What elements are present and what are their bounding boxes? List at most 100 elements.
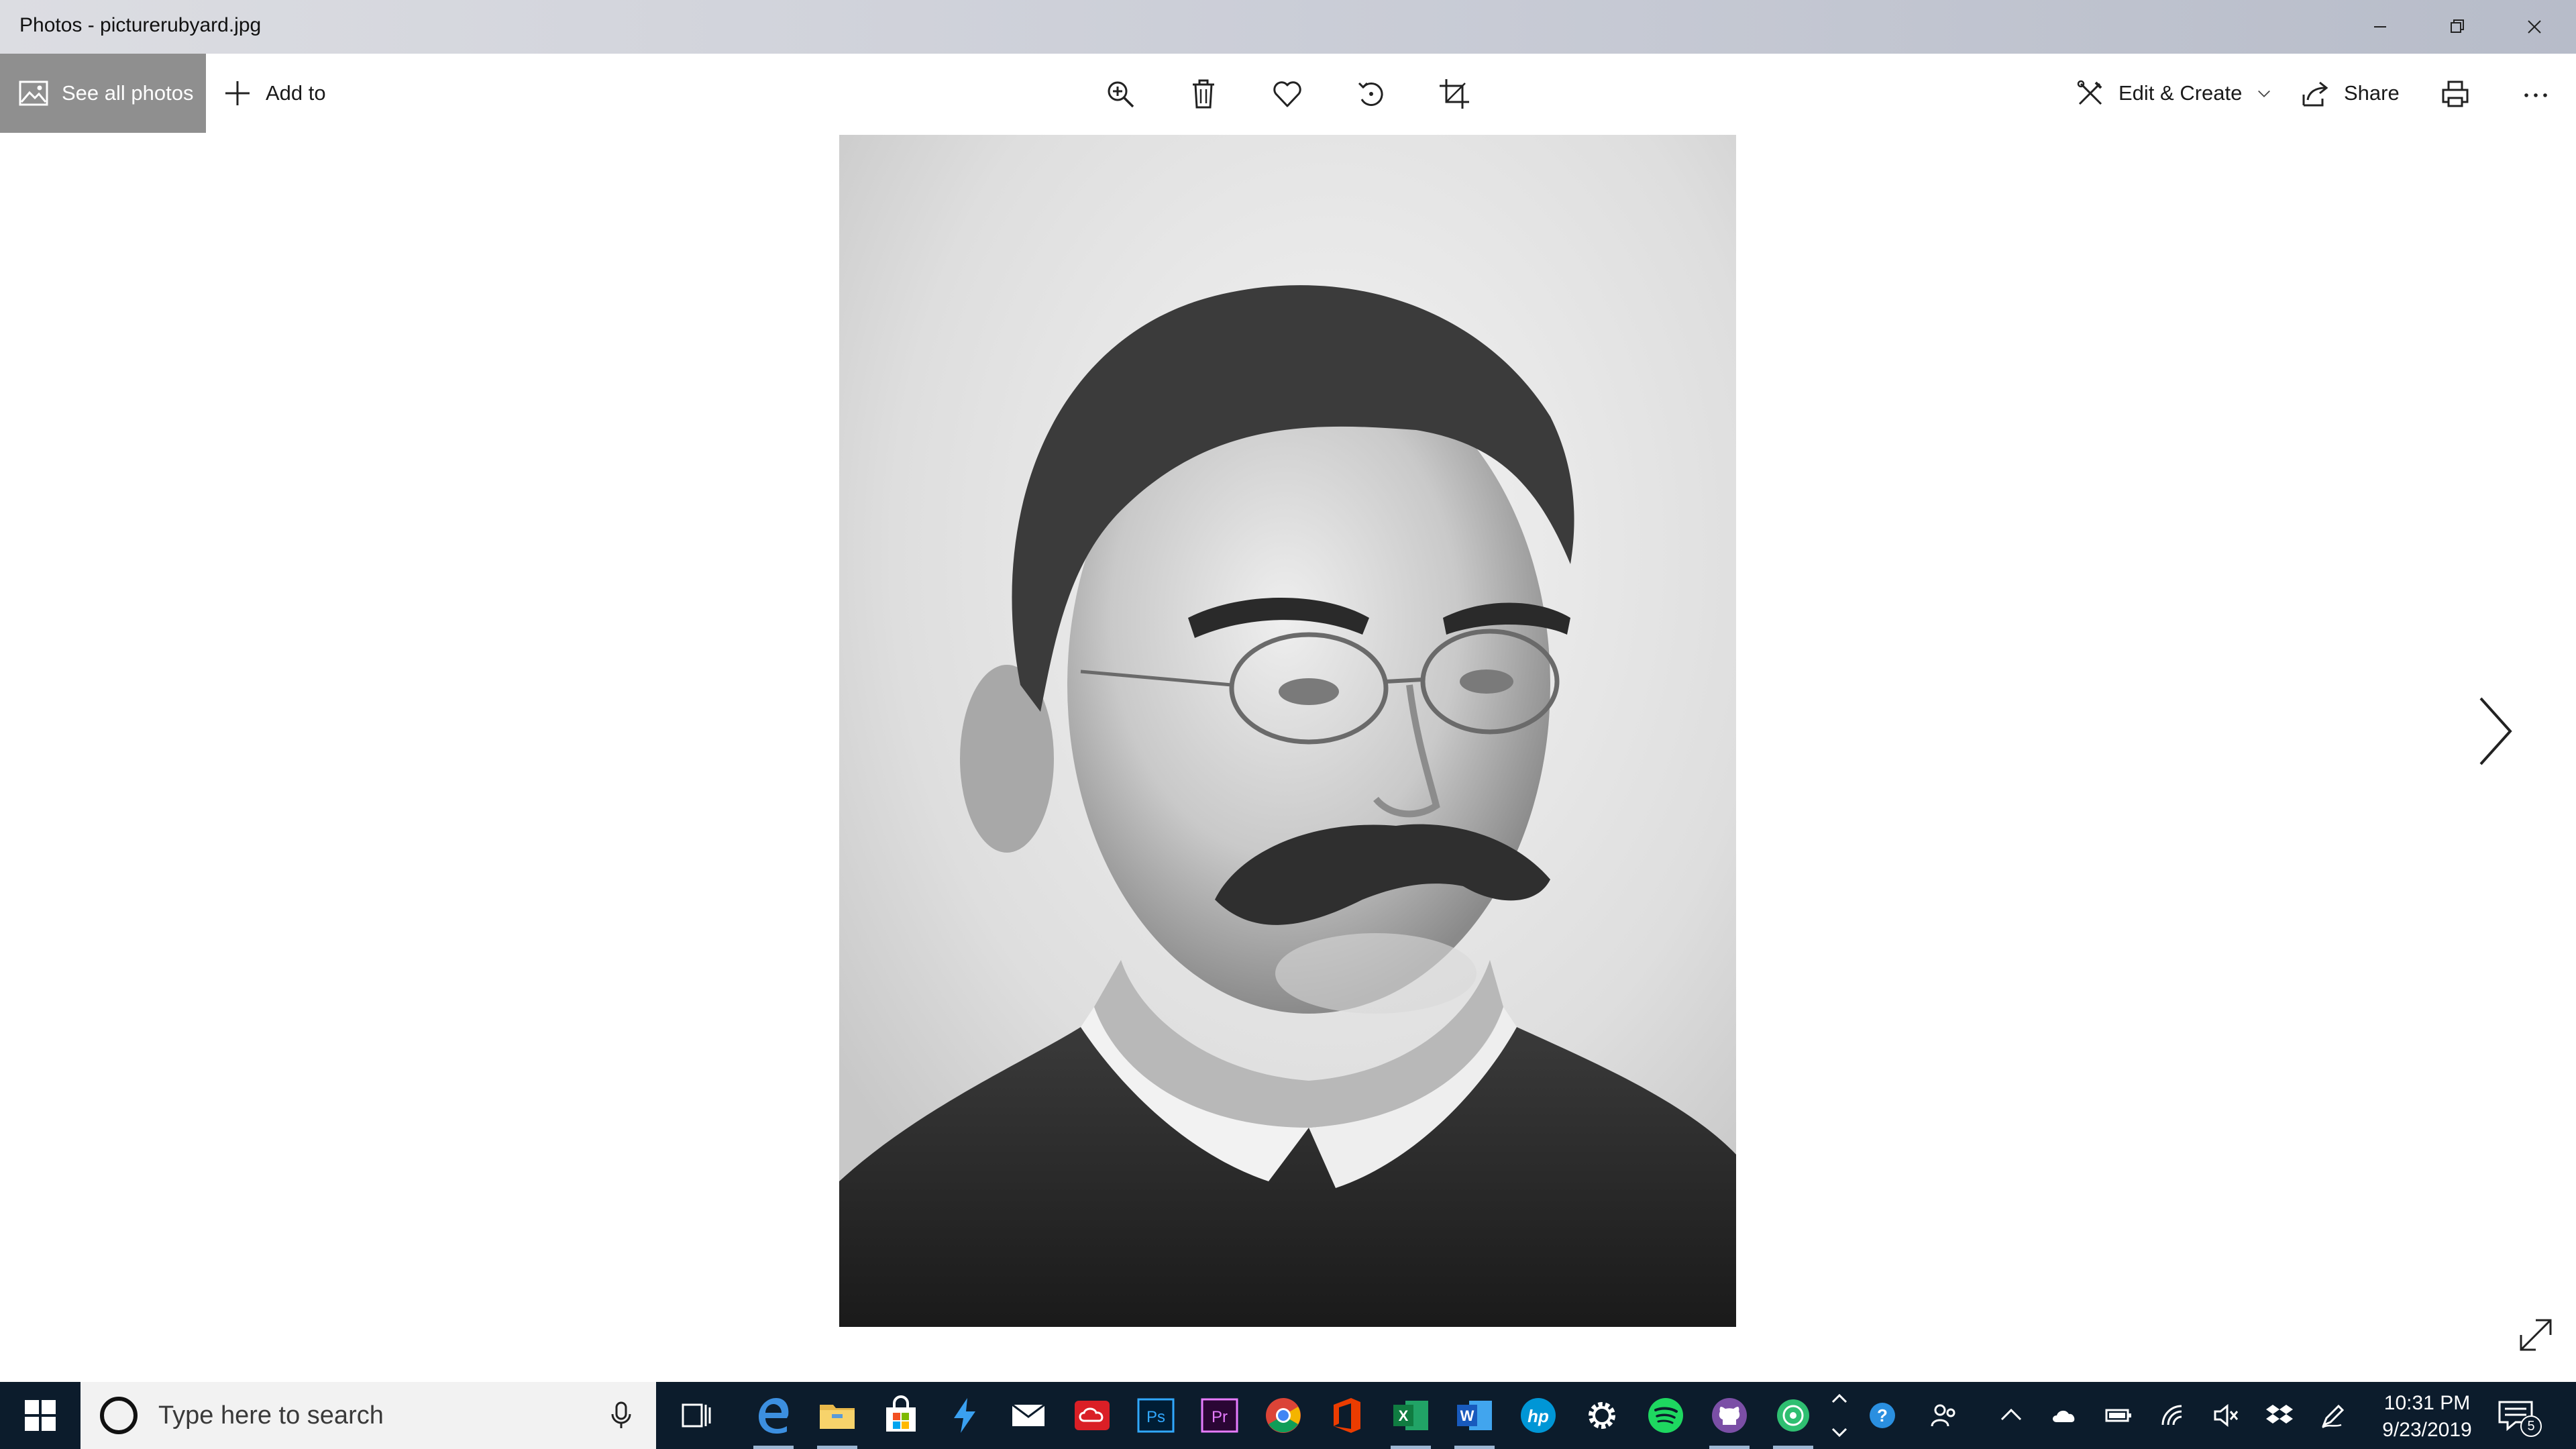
see-all-photos-label: See all photos bbox=[62, 81, 194, 105]
tray-battery[interactable] bbox=[2098, 1395, 2139, 1436]
microphone-icon[interactable] bbox=[606, 1401, 636, 1430]
svg-text:?: ? bbox=[1877, 1405, 1888, 1426]
taskbar-file-explorer[interactable] bbox=[810, 1389, 864, 1449]
folder-icon bbox=[820, 1405, 855, 1429]
premiere-icon: Pr bbox=[1201, 1398, 1238, 1433]
tray-volume[interactable] bbox=[2206, 1395, 2246, 1436]
rotate-button[interactable] bbox=[1344, 67, 1398, 121]
add-to-button[interactable]: Add to bbox=[223, 54, 326, 133]
more-button[interactable] bbox=[2509, 67, 2563, 121]
portrait-photo bbox=[839, 135, 1736, 1327]
delete-button[interactable] bbox=[1177, 67, 1230, 121]
add-to-label: Add to bbox=[266, 81, 326, 105]
edit-create-label: Edit & Create bbox=[2118, 81, 2243, 105]
close-icon bbox=[2527, 20, 2541, 34]
taskbar-visual-studio[interactable] bbox=[938, 1389, 991, 1442]
taskbar-office[interactable] bbox=[1320, 1389, 1374, 1442]
tray-help[interactable]: ? bbox=[1862, 1395, 1902, 1436]
share-label: Share bbox=[2344, 81, 2400, 105]
tray-wifi[interactable] bbox=[2152, 1395, 2192, 1436]
minimize-button[interactable] bbox=[2341, 0, 2418, 54]
zoom-button[interactable] bbox=[1093, 67, 1147, 121]
taskbar-mail[interactable] bbox=[1002, 1389, 1055, 1442]
minimize-icon bbox=[2373, 26, 2386, 28]
taskbar-settings[interactable] bbox=[1575, 1389, 1629, 1442]
print-icon bbox=[2442, 80, 2469, 107]
action-center-button[interactable]: 5 bbox=[2496, 1395, 2549, 1437]
chevron-down-icon bbox=[2258, 90, 2271, 97]
tray-onedrive[interactable] bbox=[2045, 1395, 2085, 1436]
tray-people[interactable] bbox=[1924, 1395, 1964, 1436]
edit-create-icon bbox=[2077, 80, 2102, 105]
next-photo-button[interactable] bbox=[2469, 691, 2522, 771]
svg-text:W: W bbox=[1460, 1407, 1474, 1424]
volume-muted-icon bbox=[2214, 1403, 2239, 1428]
tray-show-hidden[interactable] bbox=[1991, 1395, 2031, 1436]
gear-icon bbox=[1589, 1402, 1615, 1429]
see-all-photos-button[interactable]: See all photos bbox=[0, 54, 206, 133]
battery-icon bbox=[2105, 1409, 2131, 1422]
task-view-button[interactable] bbox=[669, 1389, 723, 1442]
taskbar-hp[interactable]: hp bbox=[1511, 1389, 1565, 1442]
crop-icon bbox=[1440, 79, 1469, 109]
photo-image bbox=[839, 135, 1736, 1327]
taskbar: Type here to search Ps Pr X W hp ? 10:31… bbox=[0, 1382, 2576, 1449]
print-button[interactable] bbox=[2428, 67, 2482, 121]
start-button[interactable] bbox=[0, 1382, 80, 1449]
taskbar-excel[interactable]: X bbox=[1384, 1389, 1438, 1449]
taskbar-scroll-icon[interactable] bbox=[1826, 1387, 1853, 1444]
favorite-button[interactable] bbox=[1260, 67, 1314, 121]
share-button[interactable]: Share bbox=[2301, 54, 2400, 133]
svg-text:hp: hp bbox=[1527, 1406, 1549, 1426]
taskbar-store[interactable] bbox=[874, 1389, 928, 1442]
fullscreen-button[interactable] bbox=[2516, 1315, 2556, 1355]
cloud-icon bbox=[2053, 1410, 2075, 1422]
cortana-icon bbox=[100, 1397, 138, 1434]
taskbar-app-green[interactable] bbox=[1766, 1389, 1820, 1449]
search-placeholder: Type here to search bbox=[158, 1401, 384, 1430]
svg-text:Pr: Pr bbox=[1212, 1408, 1228, 1426]
restore-icon bbox=[2450, 19, 2464, 33]
spotify-icon bbox=[1648, 1398, 1683, 1433]
tray-dropbox[interactable] bbox=[2259, 1395, 2300, 1436]
window-title: Photos - picturerubyard.jpg bbox=[19, 14, 262, 36]
office-icon bbox=[1334, 1398, 1360, 1433]
lightning-icon bbox=[954, 1398, 975, 1433]
people-icon bbox=[1931, 1404, 1955, 1427]
more-ellipsis-icon bbox=[2524, 93, 2547, 97]
taskbar-edge[interactable] bbox=[747, 1389, 800, 1449]
word-icon: W bbox=[1457, 1401, 1492, 1430]
pen-icon bbox=[2322, 1404, 2345, 1429]
tray-pen[interactable] bbox=[2313, 1395, 2353, 1436]
github-icon bbox=[1712, 1398, 1747, 1433]
taskbar-chrome[interactable] bbox=[1256, 1389, 1310, 1442]
crop-button[interactable] bbox=[1428, 67, 1481, 121]
task-view-icon bbox=[682, 1403, 711, 1428]
creative-cloud-icon bbox=[1075, 1401, 1110, 1430]
taskbar-spotify[interactable] bbox=[1639, 1389, 1693, 1442]
help-icon: ? bbox=[1870, 1403, 1895, 1428]
photoshop-icon: Ps bbox=[1137, 1398, 1175, 1433]
taskbar-premiere[interactable]: Pr bbox=[1193, 1389, 1246, 1442]
zoom-in-icon bbox=[1108, 81, 1134, 108]
expand-diagonal-icon bbox=[2520, 1319, 2552, 1351]
taskbar-github[interactable] bbox=[1703, 1389, 1756, 1449]
taskbar-photoshop[interactable]: Ps bbox=[1129, 1389, 1183, 1442]
chrome-icon bbox=[1266, 1398, 1301, 1433]
system-clock[interactable]: 10:31 PM 9/23/2019 bbox=[2367, 1390, 2487, 1444]
taskbar-word[interactable]: W bbox=[1448, 1389, 1501, 1449]
close-button[interactable] bbox=[2496, 0, 2573, 54]
edge-icon bbox=[759, 1398, 789, 1434]
edit-create-button[interactable]: Edit & Create bbox=[2076, 54, 2273, 133]
chevron-right-icon bbox=[2479, 697, 2512, 765]
notification-count-badge: 5 bbox=[2520, 1415, 2542, 1437]
search-box[interactable]: Type here to search bbox=[80, 1382, 656, 1449]
taskbar-creative-cloud[interactable] bbox=[1065, 1389, 1119, 1442]
dropbox-icon bbox=[2266, 1405, 2293, 1424]
mail-icon bbox=[1012, 1403, 1045, 1426]
clock-date: 9/23/2019 bbox=[2382, 1419, 2472, 1441]
windows-logo-icon bbox=[25, 1400, 56, 1431]
rotate-icon bbox=[1358, 82, 1383, 106]
restore-button[interactable] bbox=[2418, 0, 2496, 54]
command-bar: See all photos Add to Edit & Create Shar… bbox=[0, 54, 2576, 133]
